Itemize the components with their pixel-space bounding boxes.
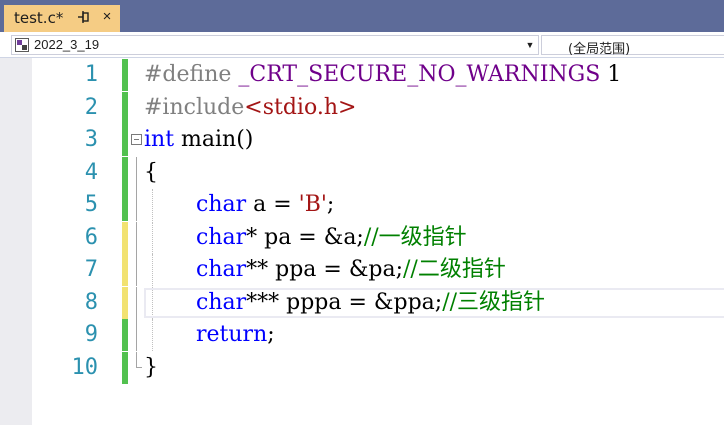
code-text[interactable]: char a = 'B'; bbox=[196, 189, 334, 221]
code-text[interactable]: int main() bbox=[144, 124, 253, 156]
code-line[interactable]: 6 char* pa = &a;//一级指针 bbox=[32, 221, 724, 254]
code-token: int bbox=[144, 127, 175, 152]
code-editor[interactable]: 1 #define _CRT_SECURE_NO_WARNINGS 1 2 #incl… bbox=[0, 58, 724, 425]
outline-line bbox=[136, 156, 137, 189]
code-token: char bbox=[196, 257, 247, 282]
code-line[interactable]: 10} bbox=[32, 351, 724, 384]
code-token: ** ppa = &pa; bbox=[246, 257, 404, 282]
line-number: 7 bbox=[84, 257, 98, 282]
document-tab[interactable]: test.c* × bbox=[4, 5, 120, 32]
code-line[interactable]: 3 int main() bbox=[32, 124, 724, 156]
outline-line bbox=[136, 286, 137, 319]
change-indicator bbox=[122, 189, 128, 221]
code-line[interactable]: 9 return; bbox=[32, 319, 724, 351]
code-text[interactable]: char* pa = &a;//一级指针 bbox=[196, 222, 467, 254]
code-line[interactable]: 4{ bbox=[32, 156, 724, 189]
outline-end bbox=[136, 351, 142, 368]
code-line[interactable]: 1 #define _CRT_SECURE_NO_WARNINGS 1 bbox=[32, 59, 724, 91]
code-text[interactable]: #include<stdio.h> bbox=[144, 92, 356, 124]
change-indicator bbox=[122, 351, 128, 384]
tab-title: test.c* bbox=[14, 9, 64, 27]
code-line[interactable]: 5 char a = 'B'; bbox=[32, 189, 724, 221]
code-line[interactable]: 7 char** ppa = &pa;//二级指针 bbox=[32, 254, 724, 286]
line-number: 2 bbox=[84, 94, 98, 120]
line-number: 4 bbox=[84, 159, 98, 185]
code-token: * pa = &a; bbox=[246, 224, 364, 250]
outline-line bbox=[136, 189, 137, 221]
code-token: { bbox=[144, 159, 158, 185]
change-indicator bbox=[122, 286, 128, 319]
change-indicator bbox=[122, 91, 128, 124]
code-token: //三级指针 bbox=[442, 289, 546, 315]
code-token: ; bbox=[267, 322, 275, 347]
code-text[interactable]: { bbox=[144, 157, 158, 189]
code-text[interactable]: char** ppa = &pa;//二级指针 bbox=[196, 254, 506, 286]
change-indicator bbox=[122, 124, 128, 156]
pin-icon[interactable] bbox=[77, 8, 91, 26]
code-text[interactable]: #define _CRT_SECURE_NO_WARNINGS 1 bbox=[144, 59, 621, 91]
document-tab-strip: test.c* × bbox=[0, 0, 724, 32]
code-token: main() bbox=[174, 127, 254, 152]
code-token: <stdio.h> bbox=[244, 94, 357, 120]
global-scope-dropdown[interactable]: (全局范围) bbox=[541, 35, 724, 57]
indent-guide bbox=[152, 319, 153, 351]
indent-guide bbox=[152, 254, 153, 286]
code-token: ; bbox=[326, 192, 335, 217]
code-token: char bbox=[196, 224, 247, 250]
code-token: return bbox=[196, 322, 268, 347]
code-token: //一级指针 bbox=[363, 224, 467, 250]
line-number: 3 bbox=[84, 127, 98, 152]
code-text[interactable]: char*** pppa = &ppa;//三级指针 bbox=[196, 287, 545, 319]
project-scope-value: 2022_3_19 bbox=[34, 37, 100, 52]
code-token: _CRT_SECURE_NO_WARNINGS bbox=[238, 62, 601, 87]
change-indicator bbox=[122, 319, 128, 351]
indicator-margin bbox=[0, 58, 32, 425]
chevron-down-icon[interactable]: ▼ bbox=[524, 36, 536, 54]
code-token: 'B' bbox=[298, 192, 327, 217]
code-line[interactable]: 2 #include<stdio.h> bbox=[32, 91, 724, 124]
code-token: //二级指针 bbox=[403, 257, 506, 282]
change-indicator bbox=[122, 221, 128, 254]
code-token: #define bbox=[144, 62, 239, 87]
global-scope-value: (全局范围) bbox=[568, 42, 631, 57]
outline-line bbox=[136, 319, 137, 351]
line-number: 10 bbox=[71, 354, 99, 380]
change-indicator bbox=[122, 156, 128, 189]
indent-guide bbox=[152, 221, 153, 254]
code-token: #include bbox=[144, 94, 245, 120]
code-token: *** pppa = &ppa; bbox=[246, 289, 443, 315]
line-number: 9 bbox=[84, 322, 98, 347]
change-indicator bbox=[122, 254, 128, 286]
project-scope-dropdown[interactable]: 2022_3_19 ▼ bbox=[11, 35, 539, 55]
close-icon[interactable]: × bbox=[99, 8, 115, 26]
line-number: 6 bbox=[84, 224, 98, 250]
code-text[interactable]: } bbox=[144, 352, 158, 384]
code-text[interactable]: return; bbox=[196, 319, 275, 351]
project-icon bbox=[15, 38, 29, 52]
change-indicator bbox=[122, 59, 128, 91]
outline-line bbox=[136, 221, 137, 254]
outline-line bbox=[136, 254, 137, 286]
code-token: 1 bbox=[600, 62, 622, 87]
line-number: 8 bbox=[84, 289, 98, 315]
code-token: } bbox=[144, 354, 158, 380]
collapse-icon[interactable] bbox=[131, 134, 142, 145]
code-token: char bbox=[196, 192, 247, 217]
navigation-bar: 2022_3_19 ▼ (全局范围) bbox=[0, 32, 724, 58]
code-token: a = bbox=[246, 192, 299, 217]
code-token: char bbox=[196, 289, 247, 315]
line-number: 1 bbox=[84, 62, 98, 87]
code-line[interactable]: 8 char*** pppa = &ppa;//三级指针 bbox=[32, 286, 724, 319]
line-number: 5 bbox=[84, 192, 98, 217]
indent-guide bbox=[152, 189, 153, 221]
